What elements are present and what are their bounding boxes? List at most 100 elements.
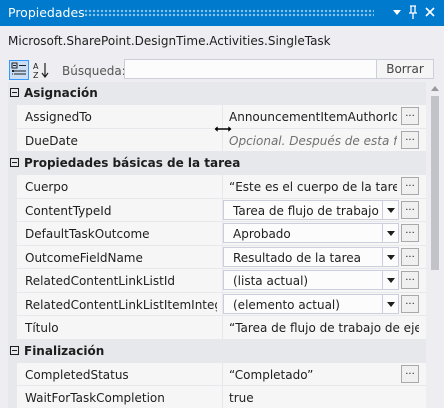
scrollbar-thumb[interactable] (431, 96, 439, 270)
row-gutter (8, 128, 17, 152)
ellipsis-button[interactable]: ... (401, 224, 419, 242)
property-row-defaulttaskoutcome: DefaultTaskOutcome Aprobado ... (8, 222, 426, 246)
contenttypeid-dropdown[interactable]: Tarea de flujo de trabajo (SharePoint 20… (223, 199, 399, 220)
property-name[interactable]: DefaultTaskOutcome (17, 222, 222, 246)
property-value: Tarea de flujo de trabajo (SharePoint 20… (222, 198, 426, 222)
titulo-value[interactable]: “Tarea de flujo de trabajo de ejemplo” (229, 321, 419, 335)
search-label: Búsqueda: (62, 64, 126, 78)
ellipsis-button[interactable]: ... (401, 364, 419, 383)
dropdown-arrow-icon[interactable] (382, 271, 398, 289)
property-name[interactable]: DueDate (17, 128, 222, 152)
category-label: Finalización (24, 343, 105, 358)
row-gutter (8, 292, 17, 316)
dropdown-arrow-icon[interactable] (382, 200, 398, 219)
relatedcontentlinklistitem-dropdown[interactable]: (elemento actual) (223, 293, 399, 314)
row-gutter (8, 198, 17, 222)
assignedto-value[interactable]: AnnouncementItemAuthorId (229, 110, 397, 124)
property-name[interactable]: OutcomeFieldName (17, 245, 222, 269)
categorized-view-button[interactable] (9, 60, 29, 80)
vertical-scrollbar[interactable] (426, 82, 444, 408)
pin-icon[interactable] (406, 4, 420, 20)
property-value[interactable]: Opcional. Después de esta fecha, la tare… (222, 128, 426, 152)
properties-toolbar: A Z Búsqueda: Borrar (0, 58, 444, 82)
collapse-toggle-icon[interactable] (10, 158, 19, 167)
dropdown-arrow-icon[interactable] (382, 247, 398, 266)
property-name-text: DefaultTaskOutcome (25, 227, 150, 241)
property-row-relatedcontentlinklistid: RelatedContentLinkListId (lista actual) … (8, 269, 426, 293)
row-gutter (8, 222, 17, 246)
property-value[interactable]: AnnouncementItemAuthorId ... (222, 105, 426, 129)
category-finalizacion[interactable]: Finalización (8, 339, 426, 363)
ellipsis-button[interactable]: ... (401, 177, 419, 195)
cuerpo-value[interactable]: “Este es el cuerpo de la tarea”. (229, 180, 397, 194)
waitfortaskcompletion-value[interactable]: true (229, 391, 397, 405)
dropdown-arrow-icon[interactable] (382, 224, 398, 242)
property-row-completedstatus: CompletedStatus “Completado” ... (8, 362, 426, 386)
property-row-cuerpo: Cuerpo “Este es el cuerpo de la tarea”. … (8, 175, 426, 199)
property-name-text: AssignedTo (25, 110, 92, 124)
window-position-dropdown-icon[interactable] (390, 4, 404, 20)
clear-search-button[interactable]: Borrar (376, 59, 434, 79)
category-propiedades-basicas[interactable]: Propiedades básicas de la tarea (8, 152, 426, 175)
svg-text:A: A (33, 62, 39, 71)
ellipsis-button[interactable]: ... (401, 130, 419, 149)
row-gutter (8, 245, 17, 269)
svg-text:Z: Z (33, 71, 39, 80)
properties-title-bar[interactable]: Propiedades (0, 0, 444, 26)
ellipsis-button[interactable]: ... (401, 271, 419, 289)
collapse-toggle-icon[interactable] (10, 345, 19, 355)
row-gutter (8, 175, 17, 199)
ellipsis-button[interactable]: ... (401, 247, 419, 266)
property-value: (elemento actual) ... (222, 292, 426, 316)
row-gutter (8, 362, 17, 386)
property-value[interactable]: true (222, 386, 426, 408)
property-name[interactable]: AssignedTo (17, 105, 222, 129)
property-value[interactable]: “Tarea de flujo de trabajo de ejemplo” (222, 316, 426, 340)
dropdown-selected-value: Resultado de la tarea (233, 250, 361, 265)
relatedcontentlinklistid-dropdown[interactable]: (lista actual) (223, 270, 399, 290)
property-value[interactable]: “Completado” ... (222, 362, 426, 386)
property-name[interactable]: WaitForTaskCompletion (17, 386, 222, 408)
alphabetical-sort-button[interactable]: A Z (32, 60, 52, 80)
sort-az-icon: A Z (33, 62, 49, 80)
property-name-text: OutcomeFieldName (25, 250, 143, 265)
property-value: Aprobado ... (222, 222, 426, 246)
panel-title: Propiedades (8, 5, 85, 20)
category-asignacion[interactable]: Asignación (8, 82, 426, 105)
property-row-titulo: Título “Tarea de flujo de trabajo de eje… (8, 316, 426, 340)
property-row-waitfortaskcompletion: WaitForTaskCompletion true (8, 386, 426, 408)
property-name-text: WaitForTaskCompletion (25, 391, 165, 405)
property-value: Resultado de la tarea ... (222, 245, 426, 269)
defaulttaskoutcome-dropdown[interactable]: Aprobado (223, 223, 399, 243)
resize-cursor-icon (213, 124, 233, 134)
ellipsis-button[interactable]: ... (401, 200, 419, 219)
property-name-text: DueDate (25, 133, 78, 148)
property-name-text: ContentTypeId (25, 203, 112, 218)
close-icon[interactable] (423, 4, 437, 20)
row-gutter (8, 269, 17, 293)
scroll-up-icon[interactable] (431, 86, 439, 91)
property-value: (lista actual) ... (222, 269, 426, 293)
ellipsis-button[interactable]: ... (401, 107, 419, 125)
collapse-toggle-icon[interactable] (10, 88, 19, 97)
property-name[interactable]: ContentTypeId (17, 198, 222, 222)
property-name[interactable]: Cuerpo (17, 175, 222, 199)
selected-object-name: Microsoft.SharePoint.DesignTime.Activiti… (8, 34, 331, 48)
duedate-value[interactable]: Opcional. Después de esta fecha, la tare… (229, 134, 397, 148)
outcomefieldname-dropdown[interactable]: Resultado de la tarea (223, 246, 399, 267)
property-value[interactable]: “Este es el cuerpo de la tarea”. ... (222, 175, 426, 199)
property-name-text: Cuerpo (25, 180, 69, 194)
property-name[interactable]: Título (17, 316, 222, 340)
property-row-outcomefieldname: OutcomeFieldName Resultado de la tarea .… (8, 245, 426, 269)
property-name[interactable]: RelatedContentLinkListId (17, 269, 222, 293)
property-name[interactable]: CompletedStatus (17, 362, 222, 386)
ellipsis-button[interactable]: ... (401, 294, 419, 313)
property-name[interactable]: RelatedContentLinkListItemIntege... (17, 292, 222, 316)
category-label: Propiedades básicas de la tarea (24, 156, 241, 170)
property-row-contenttypeid: ContentTypeId Tarea de flujo de trabajo … (8, 198, 426, 222)
dropdown-selected-value: (elemento actual) (233, 297, 340, 312)
drag-grip[interactable] (84, 9, 374, 17)
dropdown-selected-value: Aprobado (233, 227, 291, 241)
dropdown-arrow-icon[interactable] (382, 294, 398, 313)
completedstatus-value[interactable]: “Completado” (229, 368, 397, 382)
